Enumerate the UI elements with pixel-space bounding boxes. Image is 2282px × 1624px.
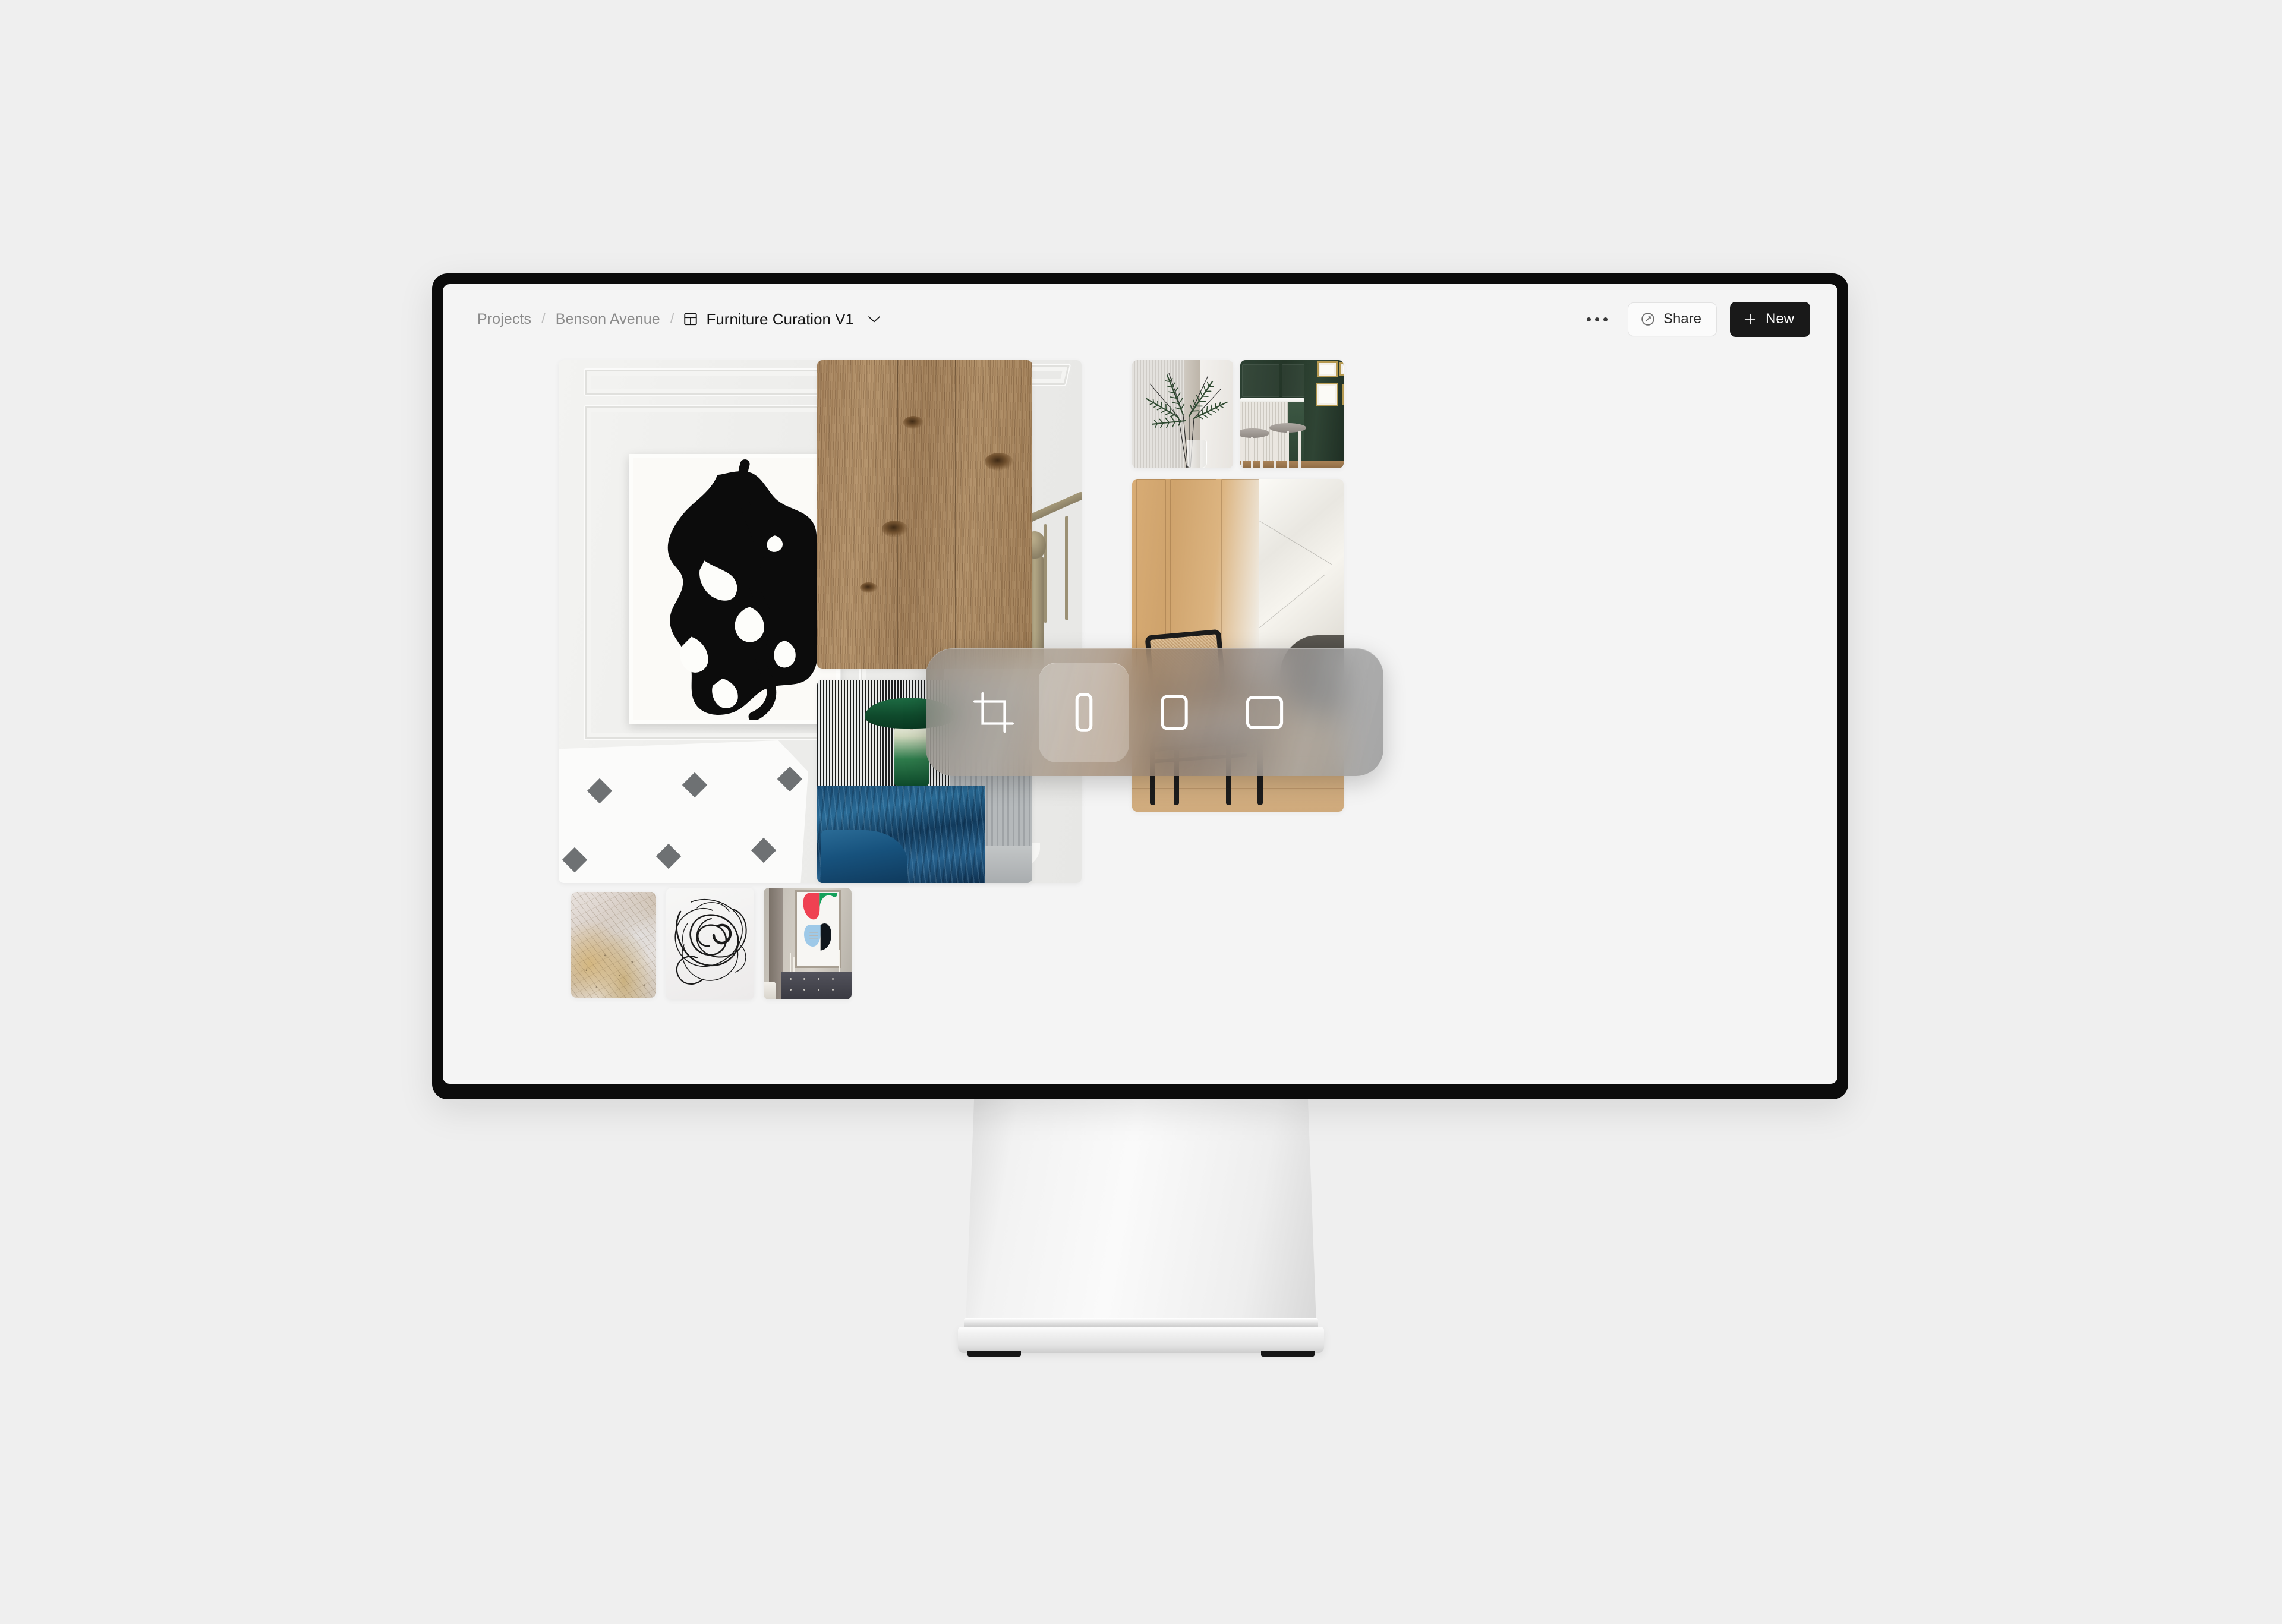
share-button[interactable]: Share [1627,302,1717,336]
board-card-gold-veined-marble-swatch[interactable] [571,892,656,998]
share-button-label: Share [1663,311,1701,327]
board-title: Furniture Curation V1 [706,310,855,328]
ellipsis-icon [1603,317,1608,321]
toolbar-button-ratio-tall[interactable] [1039,662,1129,762]
floating-crop-toolbar[interactable] [926,648,1383,776]
new-button-label: New [1765,311,1794,327]
breadcrumb-item-benson-avenue[interactable]: Benson Avenue [554,308,661,330]
layout-grid-icon [684,313,698,326]
hallway-tiled-floor [559,740,808,883]
image-wire-scribble-sculpture [666,888,754,999]
breadcrumb-current-board[interactable]: Furniture Curation V1 [683,310,881,329]
scene: Projects / Benson Avenue / Furniture Cur… [0,0,2282,1624]
dark-dresser [781,972,852,999]
monitor-bezel: Projects / Benson Avenue / Furniture Cur… [432,273,1848,1099]
monitor-stand-foot-left [967,1351,1021,1357]
board-card-fern-in-glass-vase[interactable] [1132,360,1233,468]
chevron-down-icon[interactable] [867,315,881,323]
ellipsis-icon [1594,317,1599,321]
monitor-stand-base [958,1327,1324,1353]
image-concrete-wall-dresser-vignette [764,888,852,999]
board-card-concrete-wall-dresser-vignette[interactable] [764,888,852,999]
image-oak-wood-flooring-sample [817,360,1032,669]
new-button[interactable]: New [1729,301,1810,337]
board-card-oak-wood-flooring-sample[interactable] [817,360,1032,669]
board-card-green-bar-nook[interactable] [1240,360,1344,468]
plus-icon [1744,313,1756,325]
glass-vase [1186,440,1207,468]
moodboard-canvas[interactable] [443,354,1837,1084]
board-card-wire-scribble-sculpture[interactable] [666,888,754,999]
breadcrumb-separator: / [670,311,674,327]
toolbar-button-crop[interactable] [948,663,1039,762]
ellipsis-icon [1586,317,1591,321]
rectangle-square-icon [1246,695,1284,729]
toolbar-button-ratio-square[interactable] [1219,663,1310,762]
crop-icon [973,692,1014,733]
image-gold-veined-marble-swatch [571,892,656,998]
hallway-abstract-artwork [629,454,840,724]
app-toolbar: Projects / Benson Avenue / Furniture Cur… [443,284,1837,354]
breadcrumb-separator: / [541,311,546,327]
toolbar-actions: Share New [1580,301,1810,337]
monitor-stand-foot-right [1261,1351,1315,1357]
breadcrumb-item-projects[interactable]: Projects [476,308,532,330]
link-icon [1641,313,1654,326]
lamp-base [894,722,929,786]
monitor-stand-neck [966,1098,1316,1324]
rectangle-tall-icon [1075,692,1093,732]
screen: Projects / Benson Avenue / Furniture Cur… [443,284,1837,1084]
toolbar-button-ratio-portrait[interactable] [1129,663,1219,762]
breadcrumb: Projects / Benson Avenue / Furniture Cur… [476,308,881,330]
more-options-button[interactable] [1580,309,1615,330]
colorful-abstract-artwork [795,890,841,969]
image-fern-in-glass-vase [1132,360,1233,468]
rectangle-portrait-icon [1161,695,1188,730]
chair-room-artwork [1259,479,1344,652]
image-green-bar-nook [1240,360,1344,468]
